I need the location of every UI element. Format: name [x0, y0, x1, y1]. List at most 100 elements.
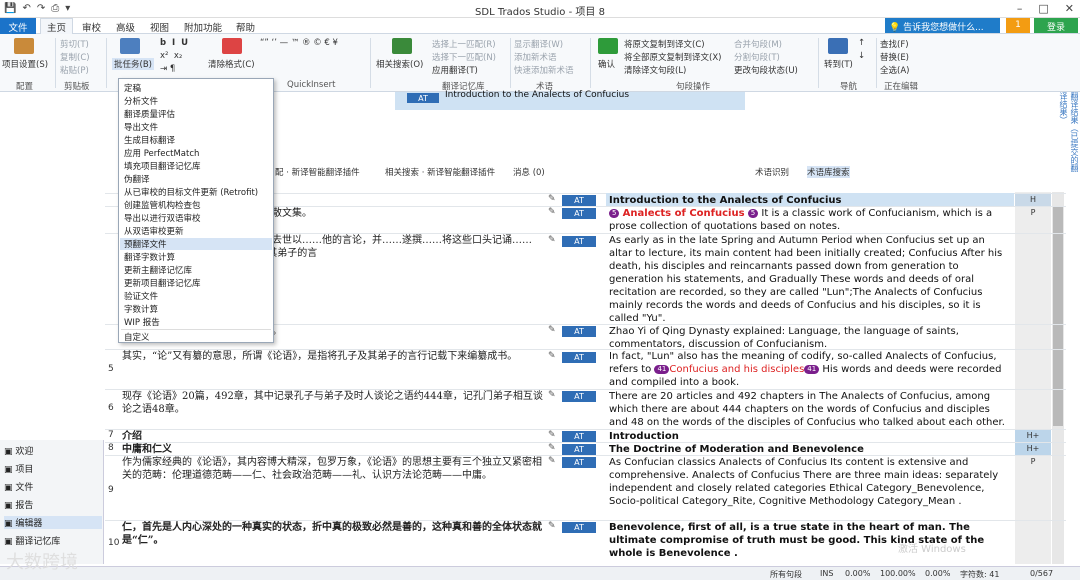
prev-match-button[interactable]: 选择上一匹配(R)	[432, 38, 496, 50]
plugin-tab-2[interactable]: 相关搜索 · 新译智能翻译插件	[385, 166, 495, 178]
segment-source[interactable]: 现存《论语》20篇，492章，其中记录孔子与弟子及时人谈论之语约444章，记孔门…	[122, 390, 547, 428]
row-number: 10	[108, 538, 120, 548]
plugin-tab-1[interactable]: 配 · 新译智能翻译插件	[275, 166, 360, 178]
menu-item-pretranslate[interactable]: 预翻译文件	[120, 238, 272, 250]
tm-result-row[interactable]: AT Introduction to the Analects of Confu…	[395, 90, 745, 110]
next-match-button[interactable]: 选择下一匹配(N)	[432, 51, 496, 63]
tell-me-box[interactable]: 💡 告诉我您想做什么...	[885, 18, 1000, 33]
edit-icon: ✎	[548, 235, 556, 245]
menu-item-wip-report[interactable]: WIP 报告	[124, 316, 160, 328]
quickinsert-symbols[interactable]: “” ‘’ — ™ ® © € ¥	[260, 38, 338, 48]
translation-results-vertical-tab[interactable]: 翻译结果（已提交的翻译结果）	[1059, 92, 1080, 172]
menu-item-finalize[interactable]: 定稿	[124, 82, 141, 94]
group-separator	[106, 38, 107, 88]
tab-review[interactable]: 审校	[82, 20, 101, 34]
term-recognition-tab[interactable]: 术语识别	[755, 166, 789, 178]
nav-files[interactable]: ▣ 文件	[4, 480, 33, 493]
add-term-button[interactable]: 添加新术语	[514, 51, 557, 63]
menu-item-translation-count[interactable]: 翻译字数计算	[124, 251, 175, 263]
clear-format-button[interactable]: 清除格式(C)	[208, 58, 255, 70]
menu-item-update-main-tm[interactable]: 更新主翻译记忆库	[124, 264, 192, 276]
replace-button[interactable]: 替换(E)	[880, 51, 909, 63]
nav-welcome[interactable]: ▣ 欢迎	[4, 444, 33, 457]
menu-item-word-count[interactable]: 字数计算	[124, 303, 158, 315]
menu-item-populate-tm[interactable]: 填充项目翻译记忆库	[124, 160, 201, 172]
termbase-search-tab[interactable]: 术语库搜索	[807, 166, 850, 178]
group-separator	[818, 38, 819, 88]
tab-file[interactable]: 文件	[0, 18, 36, 34]
menu-item-perfectmatch[interactable]: 应用 PerfectMatch	[124, 147, 199, 159]
menu-item-regulator-package[interactable]: 创建监管机构检查包	[124, 199, 201, 211]
filter-all-segments[interactable]: 所有句段	[770, 569, 802, 580]
close-button[interactable]: ✕	[1065, 2, 1074, 15]
edit-icon: ✎	[548, 351, 556, 361]
copy-button[interactable]: 复制(C)	[60, 51, 90, 63]
menu-item-verify[interactable]: 验证文件	[124, 290, 158, 302]
merge-segments-button[interactable]: 合并句段(M)	[734, 38, 782, 50]
clear-target-button[interactable]: 清除译文句段(L)	[624, 64, 686, 76]
minimize-button[interactable]: –	[1017, 2, 1023, 15]
copy-all-source-button[interactable]: 将全部原文复制到译文(X)	[624, 51, 721, 63]
tab-home[interactable]: 主页	[40, 18, 74, 34]
menu-item-tqa[interactable]: 翻译质量评估	[124, 108, 175, 120]
nav-down-icon[interactable]: ↓	[858, 51, 865, 61]
show-term-button[interactable]: 显示翻译(W)	[514, 38, 563, 50]
segment-source[interactable]: 仁，首先是人内心深处的一种真实的状态，折中真的极致必然是善的，这种真和善的全体状…	[122, 521, 547, 561]
segment-target[interactable]: In fact, "Lun" also has the meaning of c…	[609, 350, 1009, 389]
segment-source[interactable]: 作为儒家经典的《论语》，其内容博大精深，包罗万象，《论语》的思想主要有三个独立又…	[122, 456, 547, 518]
nav-tm[interactable]: ▣ 翻译记忆库	[4, 534, 60, 547]
menu-item-pseudo-translate[interactable]: 伪翻译	[124, 173, 150, 185]
menu-item-export[interactable]: 导出文件	[124, 121, 158, 133]
project-settings-button[interactable]: 项目设置(S)	[2, 58, 48, 70]
cut-button[interactable]: 剪切(T)	[60, 38, 89, 50]
vertical-scrollbar[interactable]	[1052, 192, 1064, 564]
segment-origin: H+	[1015, 430, 1051, 442]
quick-add-term-button[interactable]: 快速添加新术语	[514, 64, 574, 76]
scrollbar-thumb[interactable]	[1053, 206, 1063, 426]
segment-source[interactable]: 其实，“论”又有纂的意思，所谓《论语》，是指将孔子及其弟子的言行记载下来编纂成书…	[122, 350, 547, 388]
select-all-button[interactable]: 全选(A)	[880, 64, 909, 76]
tab-view[interactable]: 视图	[150, 20, 169, 34]
menu-item-update-bilingual[interactable]: 从双语审校更新	[124, 225, 184, 237]
segment-status-badge: AT	[562, 326, 596, 337]
list-button[interactable]: ⇥ ¶	[160, 64, 175, 74]
maximize-button[interactable]: □	[1038, 2, 1048, 15]
login-button[interactable]: 登录	[1034, 18, 1078, 33]
nav-up-icon[interactable]: ↑	[858, 38, 865, 48]
messages-tab[interactable]: 消息 (0)	[513, 166, 545, 178]
split-segments-button[interactable]: 分割句段(T)	[734, 51, 780, 63]
menu-item-export-bilingual[interactable]: 导出以进行双语审校	[124, 212, 201, 224]
menu-item-retrofit[interactable]: 从已审校的目标文件更新 (Retrofit)	[124, 186, 258, 198]
segment-target[interactable]: As early as in the late Spring and Autum…	[609, 234, 1009, 324]
related-search-button[interactable]: 相关搜索(O)	[376, 58, 423, 70]
confirm-button[interactable]: 确认	[598, 58, 615, 70]
find-button[interactable]: 查找(F)	[880, 38, 909, 50]
menu-item-update-project-tm[interactable]: 更新项目翻译记忆库	[124, 277, 201, 289]
nav-editor[interactable]: ▣ 编辑器	[4, 516, 102, 529]
segment-target[interactable]: As Confucian classics Analects of Confuc…	[609, 456, 1009, 520]
copy-source-button[interactable]: 将原文复制到译文(C)	[624, 38, 705, 50]
apply-translation-button[interactable]: 应用翻译(T)	[432, 64, 478, 76]
segment-target[interactable]: There are 20 articles and 492 chapters i…	[609, 390, 1009, 429]
format-button[interactable]: x² x₂	[160, 51, 182, 61]
tab-addins[interactable]: 附加功能	[184, 20, 222, 34]
insert-mode: INS	[820, 569, 834, 578]
menu-item-custom[interactable]: 自定义	[124, 331, 150, 343]
bold-button[interactable]: b I U	[160, 38, 188, 48]
segment-target[interactable]: 5 Analects of Confucius 5 It is a classi…	[609, 207, 1009, 233]
tm-result-text: Introduction to the Analects of Confuciu…	[445, 90, 630, 100]
progress-2: 100.00%	[880, 569, 916, 578]
confirm-icon	[598, 38, 618, 54]
goto-button[interactable]: 转到(T)	[824, 58, 853, 70]
menu-item-analyze[interactable]: 分析文件	[124, 95, 158, 107]
nav-projects[interactable]: ▣ 项目	[4, 462, 33, 475]
batch-task-button[interactable]: 批任务(B)	[112, 58, 154, 70]
tab-advanced[interactable]: 高级	[116, 20, 135, 34]
segment-target[interactable]: Zhao Yi of Qing Dynasty explained: Langu…	[609, 325, 1009, 349]
change-status-button[interactable]: 更改句段状态(U)	[734, 64, 798, 76]
tab-help[interactable]: 帮助	[236, 20, 255, 34]
nav-reports[interactable]: ▣ 报告	[4, 498, 33, 511]
menu-item-generate-target[interactable]: 生成目标翻译	[124, 134, 175, 146]
paste-button[interactable]: 粘贴(P)	[60, 64, 89, 76]
notification-badge[interactable]: 1	[1006, 18, 1030, 33]
